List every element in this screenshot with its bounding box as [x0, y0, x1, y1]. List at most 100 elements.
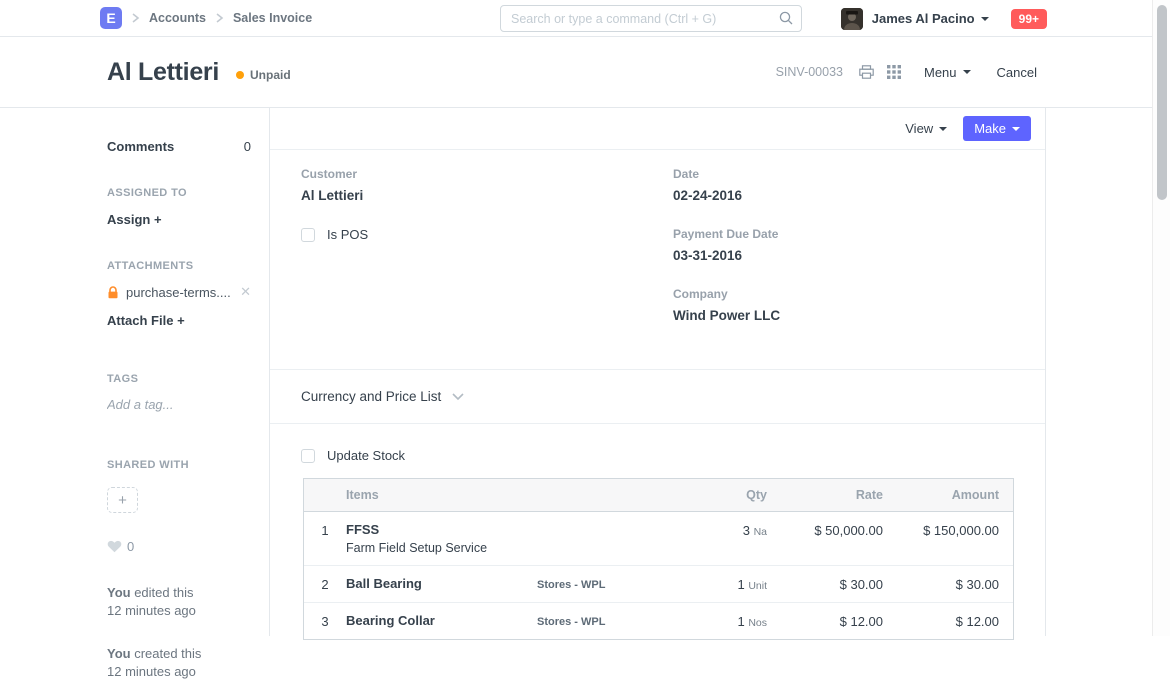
- global-search: [500, 5, 802, 32]
- comments-label: Comments: [107, 139, 174, 154]
- date-value: 02-24-2016: [673, 188, 1000, 203]
- search-input[interactable]: [500, 5, 802, 32]
- form-column-left: Customer Al Lettieri Is POS: [301, 167, 673, 347]
- item-amount: $ 12.00: [883, 613, 1013, 629]
- comments-link[interactable]: Comments 0: [107, 139, 251, 154]
- payment-due-date-field: Payment Due Date 03-31-2016: [673, 227, 1000, 263]
- status-badge: Unpaid: [236, 68, 291, 82]
- menu-label: Menu: [924, 65, 957, 80]
- user-name-label: James Al Pacino: [872, 11, 975, 26]
- update-stock-checkbox[interactable]: [301, 449, 315, 463]
- search-icon: [778, 10, 794, 26]
- breadcrumb-accounts[interactable]: Accounts: [149, 11, 206, 25]
- document-id: SINV-00033: [776, 65, 843, 79]
- notifications-badge[interactable]: 99+: [1011, 9, 1047, 29]
- scrollbar-thumb[interactable]: [1157, 5, 1167, 200]
- customer-value: Al Lettieri: [301, 188, 673, 203]
- item-name: Ball Bearing: [346, 576, 537, 591]
- items-table: Items Qty Rate Amount 1 FFSS Farm Field …: [303, 478, 1014, 640]
- item-amount: $ 150,000.00: [883, 522, 1013, 538]
- chevron-down-icon: [939, 127, 947, 131]
- item-rate: $ 30.00: [767, 576, 883, 592]
- row-index: 3: [304, 613, 346, 629]
- date-label: Date: [673, 167, 1000, 181]
- add-share-button[interactable]: +: [107, 487, 138, 513]
- remove-attachment-icon[interactable]: ✕: [236, 284, 251, 300]
- rate-column-header: Rate: [767, 488, 883, 502]
- item-description: Farm Field Setup Service: [346, 541, 537, 555]
- menu-button[interactable]: Menu: [924, 65, 971, 80]
- breadcrumb-sales-invoice[interactable]: Sales Invoice: [233, 11, 312, 25]
- activity-actor: You: [107, 646, 131, 661]
- chevron-right-icon: [215, 12, 224, 24]
- company-value: Wind Power LLC: [673, 308, 1000, 323]
- update-stock-field: Update Stock: [270, 424, 1045, 463]
- print-icon[interactable]: [859, 65, 874, 79]
- customer-label: Customer: [301, 167, 673, 181]
- page-header-actions: SINV-00033 Menu Cancel: [776, 64, 1037, 80]
- item-qty: 1: [737, 614, 744, 629]
- view-button[interactable]: View: [905, 121, 947, 136]
- lock-icon: [107, 286, 119, 299]
- assigned-to-heading: ASSIGNED TO: [107, 187, 251, 199]
- page-title: Al Lettieri: [107, 58, 219, 87]
- make-button[interactable]: Make: [963, 116, 1031, 141]
- activity-time: 12 minutes ago: [107, 664, 196, 679]
- company-field: Company Wind Power LLC: [673, 287, 1000, 323]
- table-row[interactable]: 2 Ball Bearing Stores - WPL 1 Unit $ 30.…: [304, 566, 1013, 603]
- table-row[interactable]: 3 Bearing Collar Stores - WPL 1 Nos $ 12…: [304, 603, 1013, 639]
- item-uom: Nos: [748, 617, 767, 629]
- user-avatar[interactable]: [841, 8, 863, 30]
- shared-with-heading: SHARED WITH: [107, 459, 251, 471]
- item-rate: $ 12.00: [767, 613, 883, 629]
- activity-action: created this: [131, 646, 202, 661]
- assign-button[interactable]: Assign +: [107, 212, 251, 227]
- app-logo[interactable]: E: [100, 7, 122, 29]
- is-pos-checkbox[interactable]: [301, 228, 315, 242]
- activity-time: 12 minutes ago: [107, 603, 196, 618]
- attachment-link[interactable]: purchase-terms....: [126, 285, 236, 300]
- currency-section-toggle[interactable]: Currency and Price List: [270, 370, 1045, 424]
- item-warehouse: Stores - WPL: [537, 576, 687, 591]
- navbar-user-area: James Al Pacino 99+: [841, 0, 1047, 37]
- chevron-down-icon: [981, 17, 989, 21]
- row-index: 1: [304, 522, 346, 538]
- table-row[interactable]: 1 FFSS Farm Field Setup Service 3 Na $ 5…: [304, 512, 1013, 566]
- grid-view-icon[interactable]: [886, 64, 902, 80]
- row-index: 2: [304, 576, 346, 592]
- form-sidebar: Comments 0 ASSIGNED TO Assign + ATTACHME…: [0, 108, 270, 636]
- form-toolbar: View Make: [270, 108, 1045, 150]
- item-warehouse: [537, 522, 687, 525]
- qty-column-header: Qty: [687, 488, 767, 502]
- item-qty: 3: [743, 523, 750, 538]
- navbar: E Accounts Sales Invoice James Al Pacino…: [0, 0, 1170, 37]
- is-pos-field: Is POS: [301, 227, 673, 242]
- currency-section-label: Currency and Price List: [301, 389, 441, 404]
- activity-actor: You: [107, 585, 131, 600]
- activity-item: You edited this 12 minutes ago: [107, 584, 251, 619]
- chevron-down-icon: [451, 392, 465, 401]
- form-column-right: Date 02-24-2016 Payment Due Date 03-31-2…: [673, 167, 1000, 347]
- item-uom: Unit: [748, 580, 767, 592]
- activity-log: You edited this 12 minutes ago You creat…: [107, 584, 251, 680]
- item-name: Bearing Collar: [346, 613, 537, 628]
- chevron-down-icon: [963, 70, 971, 74]
- view-label: View: [905, 121, 933, 136]
- like-control[interactable]: 0: [107, 539, 251, 554]
- form-section-main: Customer Al Lettieri Is POS Date 02-24-2…: [270, 150, 1045, 370]
- company-label: Company: [673, 287, 1000, 301]
- items-column-header: Items: [346, 488, 537, 502]
- payment-due-date-label: Payment Due Date: [673, 227, 1000, 241]
- cancel-button[interactable]: Cancel: [997, 65, 1037, 80]
- customer-field: Customer Al Lettieri: [301, 167, 673, 203]
- user-menu[interactable]: James Al Pacino: [872, 11, 989, 26]
- item-uom: Na: [754, 526, 767, 538]
- status-dot-icon: [236, 71, 244, 79]
- date-field: Date 02-24-2016: [673, 167, 1000, 203]
- item-amount: $ 30.00: [883, 576, 1013, 592]
- tags-heading: TAGS: [107, 373, 251, 385]
- update-stock-label: Update Stock: [327, 448, 405, 463]
- item-name: FFSS: [346, 522, 537, 537]
- add-tag-input[interactable]: [107, 397, 237, 412]
- attach-file-button[interactable]: Attach File +: [107, 313, 251, 328]
